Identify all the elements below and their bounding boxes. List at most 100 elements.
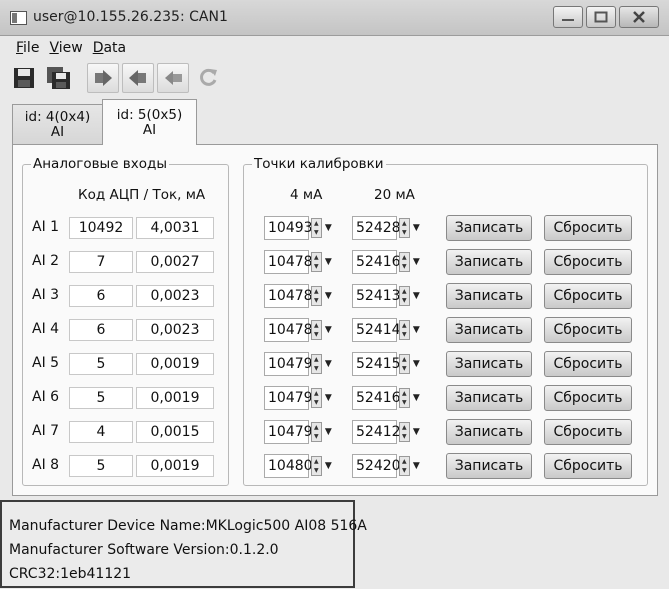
spin-arrows[interactable]: ▲ ▼ [399, 354, 410, 374]
reset-button[interactable]: Сбросить [544, 317, 632, 343]
spin-down-icon[interactable]: ▼ [400, 432, 409, 441]
save-all-button[interactable] [43, 63, 75, 93]
spin-arrows[interactable]: ▲ ▼ [399, 286, 410, 306]
spin-arrows[interactable]: ▲ ▼ [399, 422, 410, 442]
write-button[interactable]: Записать [446, 351, 532, 377]
dropdown-arrow-icon[interactable]: ▼ [411, 291, 422, 301]
spin-arrows[interactable]: ▲ ▼ [399, 218, 410, 238]
spin-arrows[interactable]: ▲ ▼ [311, 218, 322, 238]
write-button[interactable]: Записать [446, 249, 532, 275]
spin-down-icon[interactable]: ▼ [400, 330, 409, 339]
maximize-button[interactable] [586, 6, 616, 28]
write-button[interactable]: Записать [446, 419, 532, 445]
dropdown-arrow-icon[interactable]: ▼ [323, 257, 334, 267]
spin-up-icon[interactable]: ▲ [400, 423, 409, 432]
spinbox-value[interactable]: 52420 [352, 454, 401, 478]
reset-button[interactable]: Сбросить [544, 249, 632, 275]
spin-up-icon[interactable]: ▲ [312, 321, 321, 330]
calib-20ma-spinbox[interactable]: 52415 ▲ ▼ ▼ [352, 352, 422, 376]
write-button[interactable]: Записать [446, 283, 532, 309]
write-button[interactable]: Записать [446, 385, 532, 411]
write-button[interactable]: Записать [446, 215, 532, 241]
spin-up-icon[interactable]: ▲ [312, 457, 321, 466]
spinbox-value[interactable]: 10479 [264, 420, 313, 444]
spinbox-value[interactable]: 10493 [264, 216, 313, 240]
forward-button[interactable] [87, 63, 119, 93]
spin-up-icon[interactable]: ▲ [400, 355, 409, 364]
calib-4ma-spinbox[interactable]: 10479 ▲ ▼ ▼ [264, 352, 334, 376]
tab-id-5[interactable]: id: 5(0x5) AI [102, 99, 197, 145]
spinbox-value[interactable]: 52413 [352, 284, 401, 308]
spin-down-icon[interactable]: ▼ [312, 364, 321, 373]
spin-arrows[interactable]: ▲ ▼ [399, 252, 410, 272]
dropdown-arrow-icon[interactable]: ▼ [323, 223, 334, 233]
spinbox-value[interactable]: 52416 [352, 386, 401, 410]
reset-button[interactable]: Сбросить [544, 419, 632, 445]
spinbox-value[interactable]: 10479 [264, 386, 313, 410]
calib-20ma-spinbox[interactable]: 52414 ▲ ▼ ▼ [352, 318, 422, 342]
dropdown-arrow-icon[interactable]: ▼ [411, 427, 422, 437]
spin-down-icon[interactable]: ▼ [400, 398, 409, 407]
spin-arrows[interactable]: ▲ ▼ [311, 456, 322, 476]
calib-20ma-spinbox[interactable]: 52413 ▲ ▼ ▼ [352, 284, 422, 308]
spin-up-icon[interactable]: ▲ [312, 287, 321, 296]
spin-down-icon[interactable]: ▼ [312, 466, 321, 475]
calib-4ma-spinbox[interactable]: 10478 ▲ ▼ ▼ [264, 250, 334, 274]
spin-up-icon[interactable]: ▲ [400, 253, 409, 262]
spin-arrows[interactable]: ▲ ▼ [399, 456, 410, 476]
calib-4ma-spinbox[interactable]: 10480 ▲ ▼ ▼ [264, 454, 334, 478]
spin-arrows[interactable]: ▲ ▼ [399, 320, 410, 340]
spin-down-icon[interactable]: ▼ [312, 228, 321, 237]
dropdown-arrow-icon[interactable]: ▼ [323, 393, 334, 403]
spin-down-icon[interactable]: ▼ [312, 330, 321, 339]
calib-4ma-spinbox[interactable]: 10478 ▲ ▼ ▼ [264, 284, 334, 308]
reset-button[interactable]: Сбросить [544, 215, 632, 241]
spinbox-value[interactable]: 52416 [352, 250, 401, 274]
dropdown-arrow-icon[interactable]: ▼ [411, 223, 422, 233]
spin-down-icon[interactable]: ▼ [312, 398, 321, 407]
write-button[interactable]: Записать [446, 317, 532, 343]
spinbox-value[interactable]: 52415 [352, 352, 401, 376]
spin-down-icon[interactable]: ▼ [400, 296, 409, 305]
spin-arrows[interactable]: ▲ ▼ [311, 422, 322, 442]
spinbox-value[interactable]: 10478 [264, 250, 313, 274]
reset-button[interactable]: Сбросить [544, 453, 632, 479]
spin-down-icon[interactable]: ▼ [312, 296, 321, 305]
spin-up-icon[interactable]: ▲ [312, 355, 321, 364]
backward-button[interactable] [122, 63, 154, 93]
tab-id-4[interactable]: id: 4(0x4) AI [12, 104, 103, 145]
reset-button[interactable]: Сбросить [544, 351, 632, 377]
spin-up-icon[interactable]: ▲ [400, 287, 409, 296]
spinbox-value[interactable]: 52412 [352, 420, 401, 444]
spin-up-icon[interactable]: ▲ [312, 423, 321, 432]
spin-up-icon[interactable]: ▲ [312, 389, 321, 398]
spinbox-value[interactable]: 10478 [264, 284, 313, 308]
calib-4ma-spinbox[interactable]: 10493 ▲ ▼ ▼ [264, 216, 334, 240]
dropdown-arrow-icon[interactable]: ▼ [323, 359, 334, 369]
dropdown-arrow-icon[interactable]: ▼ [323, 461, 334, 471]
spinbox-value[interactable]: 10479 [264, 352, 313, 376]
spin-down-icon[interactable]: ▼ [400, 228, 409, 237]
spinbox-value[interactable]: 52428 [352, 216, 401, 240]
spin-arrows[interactable]: ▲ ▼ [311, 320, 322, 340]
spin-arrows[interactable]: ▲ ▼ [311, 252, 322, 272]
dropdown-arrow-icon[interactable]: ▼ [411, 257, 422, 267]
menu-file[interactable]: File [16, 40, 39, 56]
spin-up-icon[interactable]: ▲ [400, 321, 409, 330]
close-button[interactable] [619, 6, 659, 28]
spin-down-icon[interactable]: ▼ [400, 364, 409, 373]
dropdown-arrow-icon[interactable]: ▼ [323, 291, 334, 301]
spinbox-value[interactable]: 52414 [352, 318, 401, 342]
spin-down-icon[interactable]: ▼ [400, 466, 409, 475]
spinbox-value[interactable]: 10480 [264, 454, 313, 478]
calib-4ma-spinbox[interactable]: 10479 ▲ ▼ ▼ [264, 386, 334, 410]
reset-button[interactable]: Сбросить [544, 283, 632, 309]
calib-4ma-spinbox[interactable]: 10478 ▲ ▼ ▼ [264, 318, 334, 342]
write-button[interactable]: Записать [446, 453, 532, 479]
spin-arrows[interactable]: ▲ ▼ [311, 354, 322, 374]
spin-down-icon[interactable]: ▼ [400, 262, 409, 271]
spin-up-icon[interactable]: ▲ [312, 253, 321, 262]
spinbox-value[interactable]: 10478 [264, 318, 313, 342]
calib-20ma-spinbox[interactable]: 52416 ▲ ▼ ▼ [352, 386, 422, 410]
minimize-button[interactable] [553, 6, 583, 28]
